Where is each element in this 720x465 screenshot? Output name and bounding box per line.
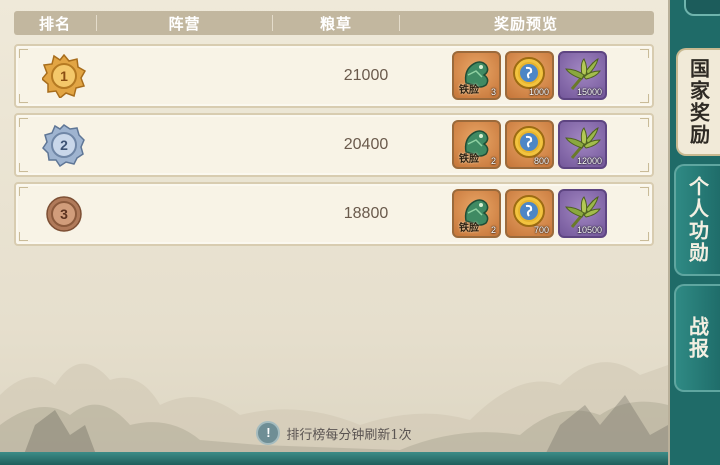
header-faction: 阵营 [168,14,201,33]
refresh-notice: ! 排行榜每分钟刷新1次 [0,418,668,448]
refresh-notice-content: ! 排行榜每分钟刷新1次 [256,421,412,445]
row-corner-ornament [19,187,28,196]
item-quantity: 12000 [576,156,602,166]
item-quantity: 1000 [528,87,549,97]
row-corner-ornament [19,232,28,241]
row-corner-ornament [640,118,649,127]
ranking-row: 3 18800 铁脸 2 700 10500 [14,182,654,246]
row-corner-ornament [640,94,649,103]
row-corner-ornament [640,163,649,172]
tab-national-rewards[interactable]: 国家奖励 [676,48,720,156]
item-quantity: 800 [533,156,549,166]
reward-list: 铁脸 3 1000 15000 [452,51,607,100]
item-label: 铁脸 [459,154,479,165]
grain-value: 21000 [343,67,389,84]
ranking-row: 2 20400 铁脸 2 800 12000 [14,113,654,177]
item-quantity: 15000 [576,87,602,97]
reward-item[interactable]: 铁脸 2 [452,189,501,238]
rank-number: 1 [60,68,68,84]
item-quantity: 10500 [576,225,602,235]
header-grain: 粮草 [319,14,352,33]
gold-rank-medal-icon: 1 [42,54,86,98]
reward-item[interactable]: 12000 [558,120,607,169]
reward-item[interactable]: 铁脸 3 [452,51,501,100]
item-label: 铁脸 [459,85,479,96]
bronze-rank-medal-icon: 3 [46,196,82,232]
leaderboard-panel: 排名 阵营 粮草 奖励预览 1 21000 铁脸 3 1000 15000 2 … [0,0,670,465]
tab-personal-merit[interactable]: 个人功勋 [674,164,720,276]
row-corner-ornament [640,187,649,196]
row-corner-ornament [640,232,649,241]
ranking-row: 1 21000 铁脸 3 1000 15000 [14,44,654,108]
reward-item[interactable]: 铁脸 2 [452,120,501,169]
reward-list: 铁脸 2 800 12000 [452,120,607,169]
reward-item[interactable]: 15000 [558,51,607,100]
grain-value: 20400 [343,136,389,153]
close-button[interactable] [684,0,720,16]
grain-value: 18800 [343,205,389,222]
reward-list: 铁脸 2 700 10500 [452,189,607,238]
rank-number: 2 [60,137,68,153]
item-quantity: 3 [490,87,496,97]
item-quantity: 700 [533,225,549,235]
header-rewards: 奖励预览 [493,14,558,33]
tab-battle-report[interactable]: 战报 [674,284,720,392]
reward-item[interactable]: 800 [505,120,554,169]
refresh-notice-text: 排行榜每分钟刷新1次 [286,427,412,443]
table-header: 排名 阵营 粮草 奖励预览 [14,11,654,35]
reward-item[interactable]: 1000 [505,51,554,100]
silver-rank-medal-icon: 2 [42,124,85,167]
header-rank: 排名 [38,14,71,33]
row-corner-ornament [19,118,28,127]
row-corner-ornament [640,49,649,58]
reward-item[interactable]: 10500 [558,189,607,238]
item-quantity: 2 [490,225,496,235]
exclamation-icon: ! [256,421,281,445]
row-corner-ornament [19,94,28,103]
item-quantity: 2 [490,156,496,166]
panel-bottom-border [0,452,668,465]
reward-item[interactable]: 700 [505,189,554,238]
rank-number: 3 [60,206,68,222]
row-corner-ornament [19,49,28,58]
row-corner-ornament [19,163,28,172]
item-label: 铁脸 [459,223,479,234]
